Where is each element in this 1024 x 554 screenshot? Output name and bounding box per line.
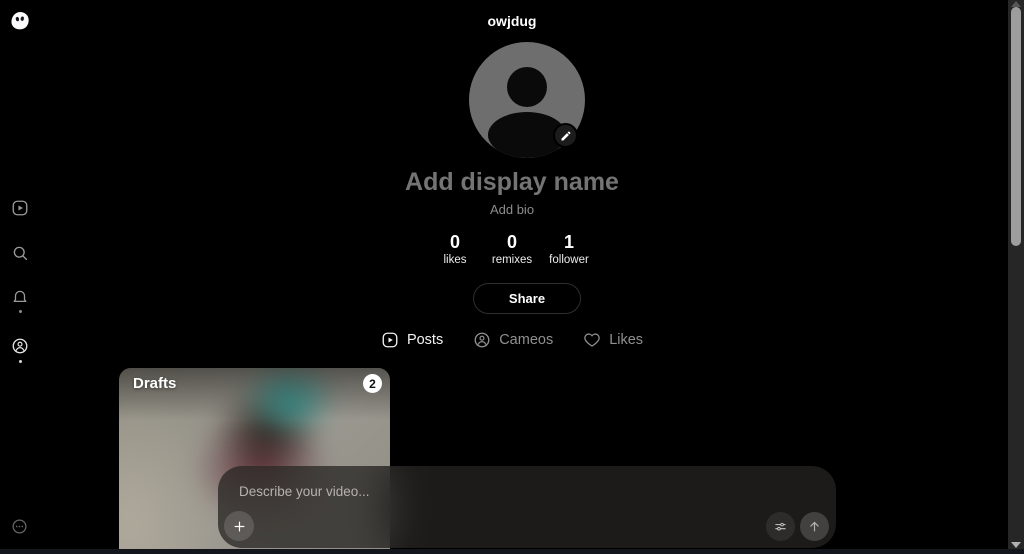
edit-avatar-button[interactable] xyxy=(553,123,578,148)
tab-likes[interactable]: Likes xyxy=(583,331,643,349)
video-settings-button[interactable] xyxy=(766,512,795,541)
tab-posts-label: Posts xyxy=(407,332,443,348)
stat-follower[interactable]: 1 follower xyxy=(545,232,593,268)
sidebar-item-search[interactable] xyxy=(11,244,29,262)
play-square-icon xyxy=(11,199,29,217)
scrollbar-thumb[interactable] xyxy=(1011,7,1021,246)
share-button[interactable]: Share xyxy=(473,283,581,314)
tab-likes-label: Likes xyxy=(609,332,643,348)
person-circle-icon xyxy=(473,331,491,349)
page-title-username: owjdug xyxy=(0,13,1024,29)
heart-icon xyxy=(583,331,601,349)
stat-likes-value: 0 xyxy=(431,232,479,252)
profile-stats: 0 likes 0 remixes 1 follower xyxy=(0,232,1024,268)
sliders-icon xyxy=(773,519,788,534)
search-icon xyxy=(11,244,29,262)
add-display-name-prompt[interactable]: Add display name xyxy=(0,168,1024,197)
drafts-title: Drafts xyxy=(133,375,176,392)
tab-cameos[interactable]: Cameos xyxy=(473,331,553,349)
profile-active-dot xyxy=(19,360,22,363)
stat-likes[interactable]: 0 likes xyxy=(431,232,479,268)
describe-video-input[interactable] xyxy=(237,479,641,503)
tab-posts[interactable]: Posts xyxy=(381,331,443,349)
scrollbar[interactable] xyxy=(1008,0,1024,554)
stat-likes-label: likes xyxy=(431,252,479,268)
play-square-icon xyxy=(381,331,399,349)
notifications-indicator-dot xyxy=(19,310,22,313)
video-composer xyxy=(218,466,836,548)
add-bio-prompt[interactable]: Add bio xyxy=(0,202,1024,217)
sidebar-item-more[interactable] xyxy=(11,518,28,535)
pencil-icon xyxy=(560,130,572,142)
stat-remixes[interactable]: 0 remixes xyxy=(488,232,536,268)
sora-logo-icon xyxy=(8,10,32,34)
sidebar-item-notifications[interactable] xyxy=(11,288,29,306)
avatar xyxy=(469,42,585,158)
plus-icon xyxy=(232,519,247,534)
person-circle-icon xyxy=(11,337,29,355)
window-bottom-edge xyxy=(0,549,1024,554)
tab-cameos-label: Cameos xyxy=(499,332,553,348)
stat-remixes-label: remixes xyxy=(488,252,536,268)
drafts-count-badge: 2 xyxy=(363,374,382,393)
send-button[interactable] xyxy=(800,512,829,541)
sidebar-item-profile[interactable] xyxy=(11,337,29,355)
stat-remixes-value: 0 xyxy=(488,232,536,252)
composer-actions xyxy=(766,512,829,541)
sidebar xyxy=(0,0,40,554)
bell-icon xyxy=(11,288,29,306)
arrow-up-icon xyxy=(807,519,822,534)
app-logo[interactable] xyxy=(8,10,32,34)
stat-follower-value: 1 xyxy=(545,232,593,252)
ellipsis-circle-icon xyxy=(11,518,28,535)
stat-follower-label: follower xyxy=(545,252,593,268)
profile-tabs: Posts Cameos Likes xyxy=(0,331,1024,349)
add-attachment-button[interactable] xyxy=(224,511,254,541)
app-window: owjdug Add display name Add bio 0 xyxy=(0,0,1024,554)
scrollbar-down-arrow-icon[interactable] xyxy=(1011,542,1021,548)
sidebar-item-feed[interactable] xyxy=(11,199,29,217)
